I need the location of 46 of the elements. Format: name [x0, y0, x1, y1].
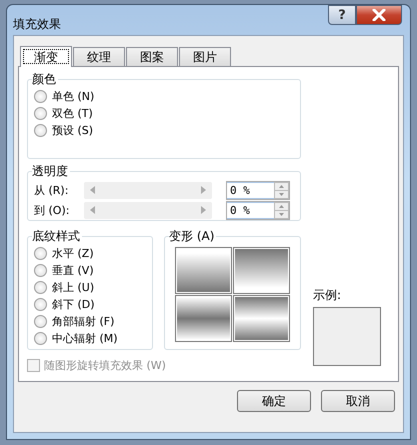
radio-label[interactable]: 斜下 (D)	[52, 297, 95, 312]
close-icon	[372, 9, 386, 21]
sample-preview	[313, 307, 381, 366]
group-title: 透明度	[32, 163, 69, 180]
right-arrow-icon	[201, 186, 206, 194]
dialog-button[interactable]: 取消	[321, 390, 395, 412]
slider-label: 到 (O):	[34, 202, 70, 218]
radio-button[interactable]	[34, 124, 47, 137]
radio-button[interactable]	[34, 281, 47, 294]
tab[interactable]: 纹理	[73, 47, 125, 66]
radio-label[interactable]: 中心辐射 (M)	[52, 331, 118, 346]
radio-label[interactable]: 预设 (S)	[52, 123, 94, 138]
radio-button[interactable]	[34, 90, 47, 103]
left-arrow-icon	[90, 186, 95, 194]
left-arrow-icon	[90, 206, 95, 214]
tab[interactable]: 图案	[126, 47, 178, 66]
radio-button[interactable]	[34, 264, 47, 277]
radio-label[interactable]: 斜上 (U)	[52, 280, 94, 295]
radio-label[interactable]: 单色 (N)	[52, 89, 94, 104]
radio-button[interactable]	[34, 315, 47, 328]
dialog-button[interactable]: 确定	[237, 390, 311, 412]
close-button[interactable]	[356, 5, 402, 25]
radio-label[interactable]: 水平 (Z)	[52, 246, 94, 261]
tab[interactable]: 渐变	[20, 46, 72, 67]
gradient-swatch[interactable]	[175, 295, 232, 342]
right-arrow-icon	[201, 206, 206, 214]
radio-label[interactable]: 角部辐射 (F)	[52, 314, 114, 329]
gradient-swatch[interactable]	[233, 295, 290, 342]
gradient-swatch[interactable]	[175, 247, 232, 294]
radio-label[interactable]: 双色 (T)	[52, 106, 93, 121]
tab[interactable]: 图片	[179, 47, 231, 66]
slider-label: 从 (R):	[34, 182, 70, 198]
radio-label[interactable]: 垂直 (V)	[52, 263, 94, 278]
radio-button[interactable]	[34, 298, 47, 311]
gradient-swatch[interactable]	[233, 247, 290, 294]
sample-label: 示例:	[313, 287, 342, 304]
window-title: 填充效果	[13, 16, 61, 33]
spin-arrows-icon	[274, 202, 289, 218]
group-title: 变形 (A)	[169, 228, 216, 245]
group-title: 颜色	[32, 71, 57, 88]
group-title: 底纹样式	[32, 228, 81, 245]
radio-button[interactable]	[34, 332, 47, 345]
help-button[interactable]: ?	[328, 5, 356, 25]
radio-button[interactable]	[34, 107, 47, 120]
radio-button[interactable]	[34, 247, 47, 260]
spin-arrows-icon	[274, 182, 289, 198]
